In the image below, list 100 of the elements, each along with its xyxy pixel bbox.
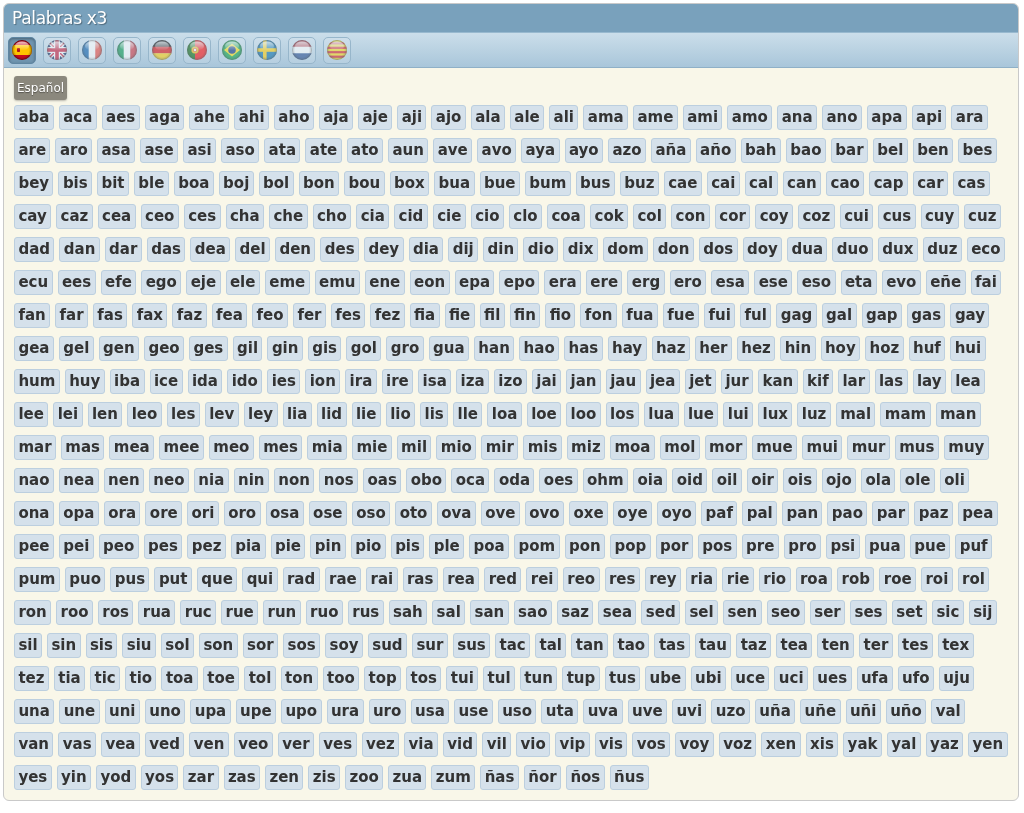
word-button[interactable]: aso [221,138,260,163]
word-button[interactable]: usa [410,699,450,724]
word-button[interactable]: lee [14,402,49,427]
word-button[interactable]: uro [368,699,406,724]
word-button[interactable]: has [564,336,603,361]
word-button[interactable]: tun [519,666,558,691]
word-button[interactable]: geo [144,336,185,361]
word-button[interactable]: par [872,501,910,526]
word-button[interactable]: rus [347,600,384,625]
word-button[interactable]: lue [683,402,719,427]
word-button[interactable]: oas [363,468,402,493]
word-button[interactable]: ova [436,501,476,526]
word-button[interactable]: avo [477,138,517,163]
word-button[interactable]: cia [356,204,390,229]
word-button[interactable]: ana [777,105,817,130]
word-button[interactable]: psi [826,534,860,559]
word-button[interactable]: her [694,336,732,361]
word-button[interactable]: ovo [524,501,564,526]
word-button[interactable]: siu [122,633,156,658]
word-button[interactable]: sah [388,600,428,625]
word-button[interactable]: cui [839,204,874,229]
word-button[interactable]: ley [243,402,278,427]
word-button[interactable]: ver [277,732,314,757]
word-button[interactable]: hoy [820,336,861,361]
word-button[interactable]: rei [526,567,558,592]
word-button[interactable]: ira [345,369,377,394]
word-button[interactable]: cor [714,204,751,229]
word-button[interactable]: lia [282,402,312,427]
word-button[interactable]: hay [607,336,647,361]
word-button[interactable]: zen [265,765,304,790]
word-button[interactable]: tan [571,633,609,658]
word-button[interactable]: sal [432,600,466,625]
word-button[interactable]: ego [141,270,182,295]
word-button[interactable]: peo [98,534,139,559]
word-button[interactable]: pal [742,501,778,526]
word-button[interactable]: ice [149,369,183,394]
word-button[interactable]: ata [264,138,301,163]
word-button[interactable]: cea [97,204,136,229]
word-button[interactable]: ies [267,369,301,394]
word-button[interactable]: nen [103,468,144,493]
word-button[interactable]: moa [610,435,655,460]
word-button[interactable]: pin [310,534,346,559]
word-button[interactable]: rey [644,567,681,592]
word-button[interactable]: puo [64,567,106,592]
word-button[interactable]: asa [97,138,136,163]
word-button[interactable]: lei [53,402,83,427]
word-button[interactable]: reo [562,567,600,592]
word-button[interactable]: ire [381,369,414,394]
word-button[interactable]: vos [632,732,671,757]
word-button[interactable]: meo [208,435,254,460]
word-button[interactable]: obo [406,468,447,493]
word-button[interactable]: yos [140,765,179,790]
word-button[interactable]: ero [669,270,707,295]
word-button[interactable]: gua [428,336,469,361]
word-button[interactable]: hoz [865,336,904,361]
word-button[interactable]: vas [58,732,96,757]
word-button[interactable]: muy [943,435,989,460]
word-button[interactable]: mes [258,435,303,460]
word-button[interactable]: ura [326,699,364,724]
word-button[interactable]: gas [906,303,946,328]
word-button[interactable]: ria [685,567,718,592]
word-button[interactable]: sus [452,633,491,658]
word-button[interactable]: aes [101,105,140,130]
word-button[interactable]: eso [797,270,836,295]
word-button[interactable]: pea [957,501,998,526]
word-button[interactable]: top [364,666,402,691]
word-button[interactable]: fes [330,303,366,328]
word-button[interactable]: ale [509,105,545,130]
word-button[interactable]: eta [840,270,877,295]
word-button[interactable]: toe [202,666,240,691]
word-button[interactable]: fui [704,303,736,328]
word-button[interactable]: hui [950,336,986,361]
word-button[interactable]: isa [418,369,452,394]
word-button[interactable]: neo [148,468,189,493]
word-button[interactable]: sor [242,633,279,658]
word-button[interactable]: huy [64,369,105,394]
word-button[interactable]: tez [14,666,49,691]
word-button[interactable]: car [912,171,948,196]
word-button[interactable]: oli [939,468,970,493]
word-button[interactable]: pei [58,534,94,559]
word-button[interactable]: tio [125,666,157,691]
word-button[interactable]: ami [682,105,723,130]
word-button[interactable]: dan [59,237,100,262]
word-button[interactable]: que [196,567,238,592]
word-button[interactable]: ene [364,270,405,295]
word-button[interactable]: gis [307,336,342,361]
word-button[interactable]: esa [711,270,750,295]
word-button[interactable]: poa [469,534,510,559]
word-button[interactable]: bah [740,138,781,163]
word-button[interactable]: fua [621,303,658,328]
word-button[interactable]: ola [861,468,896,493]
word-button[interactable]: zas [223,765,261,790]
word-button[interactable]: ove [480,501,520,526]
word-button[interactable]: emu [314,270,360,295]
word-button[interactable]: eon [409,270,450,295]
word-button[interactable]: fai [970,270,1002,295]
word-button[interactable]: oye [612,501,652,526]
word-button[interactable]: mio [436,435,477,460]
word-button[interactable]: use [454,699,493,724]
word-button[interactable]: ajo [431,105,466,130]
